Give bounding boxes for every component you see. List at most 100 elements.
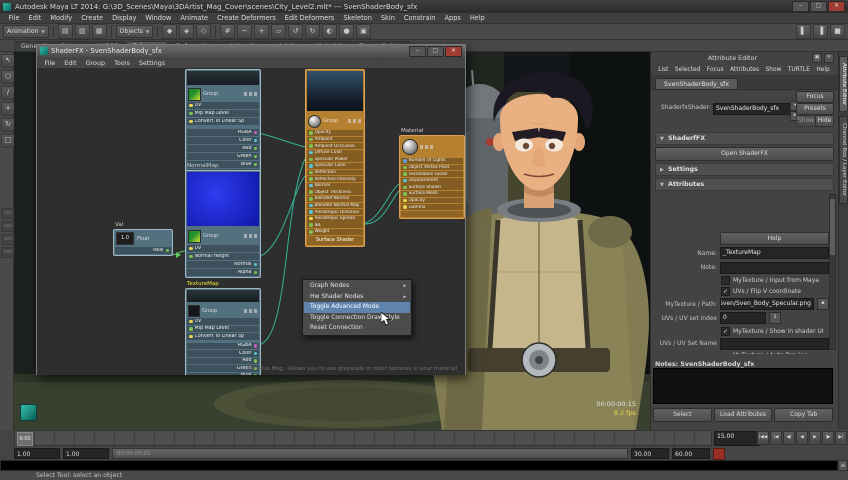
playhead[interactable]: 0:00	[17, 432, 33, 446]
context-menu-item[interactable]: Graph Nodes	[304, 281, 410, 292]
select-hierarchy-icon[interactable]: ◆	[162, 24, 178, 39]
menu-item[interactable]: Edit	[24, 14, 46, 22]
menu-item[interactable]: Skeleton	[339, 14, 377, 22]
node-header-icons[interactable]	[244, 234, 258, 238]
menu-item[interactable]: File	[4, 14, 24, 22]
snap-to-point-icon[interactable]: +	[254, 24, 270, 39]
layout-shortcut-button[interactable]	[1, 247, 15, 258]
command-line-input[interactable]	[0, 460, 838, 471]
layout-shortcut-button[interactable]	[1, 208, 15, 219]
menu-item[interactable]: Selected	[672, 67, 704, 73]
node-input-port[interactable]: Specular Color	[307, 162, 363, 169]
menu-item[interactable]: Help	[465, 14, 489, 22]
minimize-button[interactable]: –	[409, 45, 426, 57]
menu-item[interactable]: Animate	[176, 14, 213, 22]
node-output-port[interactable]: Red	[187, 357, 259, 364]
node-texturemap-bottom[interactable]: TextureMap Group UV Mip Map Level Convert …	[185, 281, 261, 375]
attribute-editor-toggle-icon[interactable]: ■	[830, 24, 845, 39]
layout-shortcut-button[interactable]	[1, 221, 15, 232]
rotate-tool-icon[interactable]: ↻	[1, 118, 15, 132]
node-input-port[interactable]: IBL	[307, 222, 363, 229]
paint-select-tool-icon[interactable]: /	[1, 86, 15, 100]
input-from-maya-checkbox[interactable]	[721, 275, 730, 285]
node-header-icons[interactable]	[244, 92, 258, 96]
node-normalmap[interactable]: NormalMap Group UV Normal Height Normal Al…	[185, 163, 261, 278]
node-input-port[interactable]: Convert To Linear Sp	[187, 333, 259, 340]
node-output-port[interactable]: Green	[187, 153, 259, 160]
selection-mode-dropdown[interactable]: Objects	[115, 25, 154, 38]
minimize-button[interactable]: –	[792, 1, 809, 12]
node-output-port[interactable]: Blue	[187, 372, 259, 375]
node-input-port[interactable]: Blended Normal	[307, 195, 363, 202]
step-back-frame-button[interactable]: |◀	[770, 430, 782, 445]
context-menu-item[interactable]: Hw Shader Nodes	[304, 292, 410, 303]
panel-close-icon[interactable]: ✕	[824, 53, 834, 63]
node-input-port[interactable]: Diffuse Color	[307, 149, 363, 156]
step-forward-frame-button[interactable]: ▶|	[835, 430, 847, 445]
node-output-port[interactable]: RGBA	[187, 342, 259, 349]
node-input-port[interactable]: Reflection	[307, 169, 363, 176]
shader-name-field[interactable]: SvenShaderBody_sfx	[713, 103, 791, 115]
node-input-port[interactable]: UV	[187, 245, 259, 252]
show-button[interactable]: Show	[796, 115, 816, 127]
section-settings[interactable]: ▶ Settings	[655, 163, 834, 176]
redo-icon[interactable]: ↻	[305, 24, 321, 39]
flip-v-checkbox[interactable]: ✓	[721, 286, 730, 296]
node-output-port[interactable]: Red	[187, 145, 259, 152]
select-object-icon[interactable]: ◈	[179, 24, 195, 39]
menu-item[interactable]: Window	[141, 14, 176, 22]
current-time-field[interactable]: 15.00	[714, 431, 760, 446]
node-input-port[interactable]: Ambient	[307, 136, 363, 143]
texture-path-field[interactable]: sourceimages/Sven/Sven_Body_Specular.png	[720, 298, 814, 311]
range-slider-bar[interactable]: 00:00:00:01	[112, 448, 628, 459]
attribute-editor-side-tab[interactable]: Attribute Editor	[839, 56, 848, 113]
node-input-port[interactable]: Mip Map Level	[187, 110, 259, 117]
node-input-port[interactable]: Gamma	[401, 204, 463, 210]
close-button[interactable]: ✕	[445, 45, 462, 57]
menu-item[interactable]: Attributes	[727, 67, 762, 73]
playback-end-field[interactable]: 30.00	[631, 448, 669, 459]
lasso-tool-icon[interactable]: ○	[1, 70, 15, 84]
node-input-port[interactable]: UV	[187, 102, 259, 109]
channel-box-side-tab[interactable]: Channel Box / Layer Editor	[839, 116, 848, 204]
menu-item[interactable]: Apps	[440, 14, 465, 22]
channelbox-toggle-icon[interactable]: ▐	[813, 24, 828, 39]
node-val[interactable]: Val 1.0 Float Real	[113, 222, 173, 256]
scale-tool-icon[interactable]: □	[1, 134, 15, 148]
menu-item[interactable]: Help	[813, 67, 833, 73]
attribute-editor-footer-button[interactable]: Load Attributes	[713, 408, 773, 422]
node-input-port[interactable]: Convert To Linear Sp	[187, 118, 259, 125]
spin-icon[interactable]: ↕	[769, 312, 781, 325]
node-input-port[interactable]: Tessellation Factor	[401, 171, 463, 177]
attribute-editor-footer-button[interactable]: Copy Tab	[774, 408, 834, 422]
node-material[interactable]: Material Number of Lights Object Vertex P…	[399, 128, 465, 219]
node-header-icons[interactable]	[420, 145, 434, 149]
node-input-port[interactable]: Opacity	[307, 130, 363, 136]
attribute-editor-footer-button[interactable]: Select	[653, 408, 712, 422]
open-scene-icon[interactable]: ▥	[74, 24, 90, 39]
undo-icon[interactable]: ↺	[288, 24, 304, 39]
menu-item[interactable]: Settings	[134, 59, 169, 67]
menu-item[interactable]: Edit Deformers	[280, 14, 339, 22]
menu-item[interactable]: Skin	[376, 14, 399, 22]
menu-item[interactable]: Modify	[46, 14, 77, 22]
menu-item[interactable]: Create	[77, 14, 108, 22]
snap-to-plane-icon[interactable]: ▱	[271, 24, 287, 39]
menu-item[interactable]: Display	[108, 14, 141, 22]
node-input-port[interactable]: Specular Power	[307, 156, 363, 163]
select-tool-icon[interactable]: ↖	[1, 54, 15, 68]
section-shaderfx[interactable]: ▼ ShaderfFX	[655, 132, 834, 145]
node-surface-shader[interactable]: Group Opacity Ambient Ambient Occlusion Dif…	[305, 69, 365, 247]
ipr-render-icon[interactable]: ●	[339, 24, 355, 39]
render-settings-icon[interactable]: ▣	[356, 24, 372, 39]
node-output-port[interactable]: RGBA	[187, 129, 259, 136]
notes-area[interactable]	[653, 368, 833, 404]
node-input-port[interactable]: Displacement	[401, 177, 463, 184]
node-input-port[interactable]: Opacity	[401, 197, 463, 204]
anim-end-field[interactable]: 60.00	[672, 448, 710, 459]
node-input-port[interactable]: Weight	[307, 228, 363, 235]
node-input-port[interactable]: Surface Mesh	[401, 190, 463, 197]
menu-item[interactable]: Group	[81, 59, 109, 67]
context-menu-item[interactable]: Toggle Connection Draw Style	[304, 313, 410, 324]
menu-item[interactable]: File	[40, 59, 60, 67]
